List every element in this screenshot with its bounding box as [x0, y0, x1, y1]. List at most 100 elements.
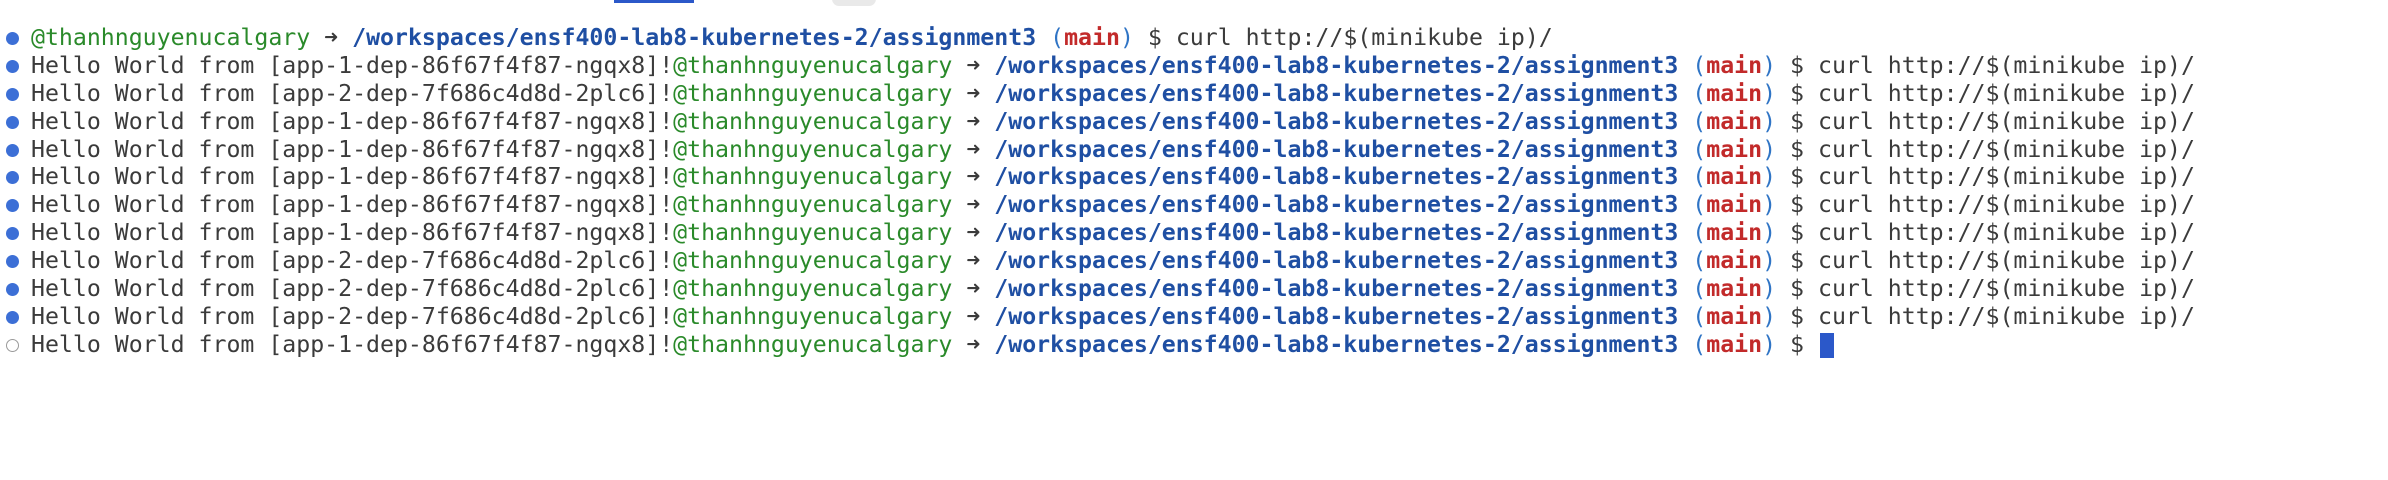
prompt-path: /workspaces/ensf400-lab8-kubernetes-2/as… — [994, 247, 1679, 275]
command-success-icon[interactable] — [6, 227, 19, 241]
prompt-branch: main — [1706, 163, 1763, 191]
command-output: Hello World from [app-1-dep-86f67f4f87-n… — [31, 219, 674, 247]
prompt-path: /workspaces/ensf400-lab8-kubernetes-2/as… — [994, 135, 1679, 163]
prompt-arrow-icon: ➜ — [966, 79, 981, 107]
prompt-symbol: $ — [1790, 79, 1805, 107]
prompt-arrow-icon: ➜ — [966, 107, 981, 135]
prompt-symbol: $ — [1790, 275, 1805, 303]
prompt-branch: main — [1706, 107, 1763, 135]
prompt-paren-open: ( — [1692, 191, 1707, 219]
prompt-path: /workspaces/ensf400-lab8-kubernetes-2/as… — [994, 302, 1679, 330]
prompt-paren-close: ) — [1762, 51, 1777, 79]
prompt-path: /workspaces/ensf400-lab8-kubernetes-2/as… — [994, 275, 1679, 303]
prompt-paren-open: ( — [1692, 219, 1707, 247]
prompt-symbol: $ — [1790, 247, 1805, 275]
prompt-symbol: $ — [1790, 302, 1805, 330]
prompt-user: @thanhnguyenucalgary — [673, 107, 953, 135]
prompt-branch: main — [1706, 275, 1763, 303]
command-text: curl http://$(minikube ip)/ — [1817, 135, 2195, 163]
terminal-line: Hello World from [app-2-dep-7f686c4d8d-2… — [0, 303, 2388, 331]
toolbar-edge — [832, 0, 876, 6]
command-success-icon[interactable] — [6, 255, 19, 269]
terminal-line: Hello World from [app-2-dep-7f686c4d8d-2… — [0, 247, 2388, 275]
prompt-branch: main — [1706, 302, 1763, 330]
prompt-symbol: $ — [1790, 330, 1805, 358]
command-text: curl http://$(minikube ip)/ — [1817, 191, 2195, 219]
command-text: curl http://$(minikube ip)/ — [1817, 302, 2195, 330]
command-success-icon[interactable] — [6, 310, 19, 324]
prompt-user: @thanhnguyenucalgary — [673, 51, 953, 79]
prompt-user: @thanhnguyenucalgary — [673, 79, 953, 107]
terminal-line: Hello World from [app-1-dep-86f67f4f87-n… — [0, 52, 2388, 80]
prompt-symbol: $ — [1790, 219, 1805, 247]
command-output: Hello World from [app-2-dep-7f686c4d8d-2… — [31, 302, 674, 330]
command-output: Hello World from [app-2-dep-7f686c4d8d-2… — [31, 247, 674, 275]
prompt-arrow-icon: ➜ — [966, 191, 981, 219]
command-output: Hello World from [app-1-dep-86f67f4f87-n… — [31, 135, 674, 163]
prompt-paren-open: ( — [1692, 330, 1707, 358]
prompt-paren-close: ) — [1762, 135, 1777, 163]
prompt-symbol: $ — [1790, 163, 1805, 191]
prompt-arrow-icon: ➜ — [966, 219, 981, 247]
prompt-user: @thanhnguyenucalgary — [673, 135, 953, 163]
command-success-icon[interactable] — [6, 199, 19, 213]
command-success-icon[interactable] — [6, 115, 19, 129]
prompt-branch: main — [1706, 219, 1763, 247]
prompt-paren-close: ) — [1762, 302, 1777, 330]
prompt-branch: main — [1706, 51, 1763, 79]
prompt-user: @thanhnguyenucalgary — [673, 330, 953, 358]
prompt-paren-open: ( — [1692, 107, 1707, 135]
prompt-arrow-icon: ➜ — [966, 275, 981, 303]
prompt-symbol: $ — [1790, 107, 1805, 135]
command-success-icon[interactable] — [6, 32, 19, 45]
command-success-icon[interactable] — [6, 283, 19, 297]
prompt-arrow-icon: ➜ — [966, 135, 981, 163]
prompt-paren-open: ( — [1692, 302, 1707, 330]
command-text: curl http://$(minikube ip)/ — [1817, 107, 2195, 135]
prompt-user: @thanhnguyenucalgary — [673, 191, 953, 219]
prompt-paren-close: ) — [1762, 330, 1777, 358]
prompt-symbol: $ — [1790, 135, 1805, 163]
command-success-icon[interactable] — [6, 143, 19, 157]
prompt-paren-close: ) — [1762, 163, 1777, 191]
prompt-arrow-icon: ➜ — [966, 163, 981, 191]
prompt-paren-open: ( — [1050, 24, 1065, 51]
prompt-path: /workspaces/ensf400-lab8-kubernetes-2/as… — [994, 79, 1679, 107]
prompt-path: /workspaces/ensf400-lab8-kubernetes-2/as… — [994, 330, 1679, 358]
prompt-path: /workspaces/ensf400-lab8-kubernetes-2/as… — [994, 51, 1679, 79]
prompt-branch: main — [1064, 24, 1120, 51]
prompt-user: @thanhnguyenucalgary — [673, 219, 953, 247]
prompt-paren-close: ) — [1762, 247, 1777, 275]
terminal-line: Hello World from [app-1-dep-86f67f4f87-n… — [0, 136, 2388, 164]
terminal[interactable]: @thanhnguyenucalgary ➜ /workspaces/ensf4… — [0, 24, 2388, 359]
command-text: curl http://$(minikube ip)/ — [1817, 247, 2195, 275]
prompt-paren-close: ) — [1762, 219, 1777, 247]
command-output: Hello World from [app-2-dep-7f686c4d8d-2… — [31, 275, 674, 303]
prompt-paren-open: ( — [1692, 275, 1707, 303]
prompt-symbol: $ — [1147, 24, 1162, 51]
command-output: Hello World from [app-1-dep-86f67f4f87-n… — [31, 191, 674, 219]
terminal-line: @thanhnguyenucalgary ➜ /workspaces/ensf4… — [0, 24, 2388, 52]
prompt-branch: main — [1706, 330, 1763, 358]
command-success-icon[interactable] — [6, 171, 19, 185]
command-text: curl http://$(minikube ip)/ — [1817, 79, 2195, 107]
prompt-arrow-icon: ➜ — [966, 247, 981, 275]
prompt-user: @thanhnguyenucalgary — [673, 247, 953, 275]
prompt-branch: main — [1706, 135, 1763, 163]
command-text: curl http://$(minikube ip)/ — [1817, 219, 2195, 247]
terminal-line: Hello World from [app-1-dep-86f67f4f87-n… — [0, 219, 2388, 247]
prompt-user: @thanhnguyenucalgary — [31, 24, 311, 51]
command-output: Hello World from [app-1-dep-86f67f4f87-n… — [31, 330, 674, 358]
command-pending-icon[interactable] — [6, 338, 19, 352]
prompt-arrow-icon: ➜ — [324, 24, 339, 51]
command-success-icon[interactable] — [6, 59, 19, 73]
prompt-arrow-icon: ➜ — [966, 51, 981, 79]
prompt-path: /workspaces/ensf400-lab8-kubernetes-2/as… — [994, 219, 1679, 247]
terminal-line: Hello World from [app-1-dep-86f67f4f87-n… — [0, 331, 2388, 359]
prompt-paren-open: ( — [1692, 247, 1707, 275]
command-output: Hello World from [app-2-dep-7f686c4d8d-2… — [31, 79, 674, 107]
command-text: curl http://$(minikube ip)/ — [1175, 24, 1553, 51]
command-success-icon[interactable] — [6, 87, 19, 101]
prompt-paren-close: ) — [1762, 275, 1777, 303]
terminal-line: Hello World from [app-1-dep-86f67f4f87-n… — [0, 191, 2388, 219]
